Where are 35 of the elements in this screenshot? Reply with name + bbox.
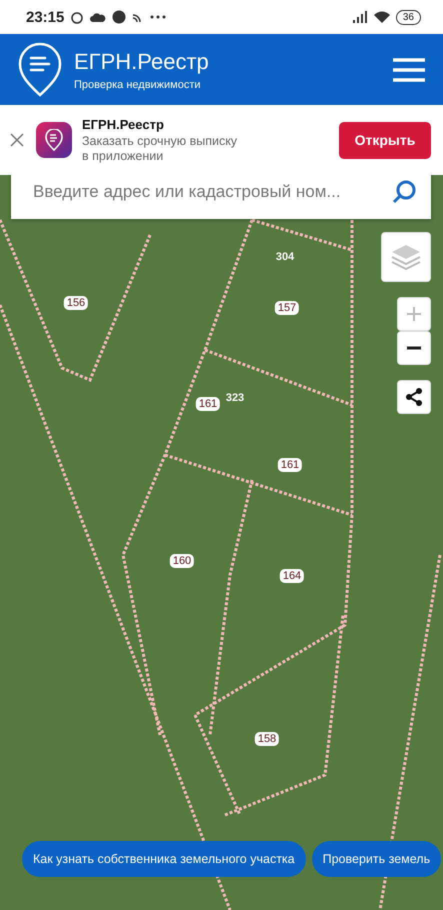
signal-icon — [352, 11, 368, 23]
status-time: 23:15 — [26, 8, 64, 26]
open-button[interactable]: Открыть — [339, 122, 431, 158]
wifi-icon — [374, 11, 390, 23]
parcel-number: 156 — [64, 296, 88, 310]
parcel-number: 158 — [254, 732, 280, 746]
parcel-number: 161 — [278, 458, 302, 472]
building-number: 304 — [274, 250, 296, 264]
app-icon — [36, 122, 72, 158]
parcel-number: 161 — [196, 397, 220, 411]
cloud-icon — [90, 12, 106, 22]
building-number: 323 — [224, 391, 246, 405]
battery-indicator: 36 — [396, 10, 421, 24]
share-icon — [404, 387, 424, 407]
plus-icon — [407, 307, 421, 321]
close-icon — [10, 133, 24, 147]
banner-title: ЕГРН.Реестр — [82, 116, 165, 132]
logo-pin-icon — [18, 42, 62, 98]
app-subtitle: Проверка недвижимости — [74, 78, 202, 90]
banner-text: Заказать срочную выписку в приложении — [82, 134, 238, 164]
share-button[interactable] — [397, 380, 431, 414]
suggestion-chip[interactable]: Проверить земель — [312, 841, 442, 877]
search-icon — [391, 179, 417, 205]
suggestion-chip[interactable]: Как узнать собственника земельного участка — [22, 841, 306, 877]
search-field[interactable]: Введите адрес или кадастровый ном... — [11, 175, 431, 219]
app-title: ЕГРН.Реестр — [74, 48, 210, 74]
parcel-number: 160 — [170, 554, 194, 568]
minus-icon — [407, 346, 421, 350]
close-button[interactable] — [8, 131, 26, 149]
menu-icon[interactable] — [393, 58, 425, 82]
parcel-number: 164 — [280, 569, 304, 583]
more-dots-icon — [150, 15, 166, 19]
zoom-out-button[interactable] — [397, 331, 431, 365]
parcel-number: 157 — [274, 301, 300, 315]
layers-icon — [390, 243, 422, 271]
